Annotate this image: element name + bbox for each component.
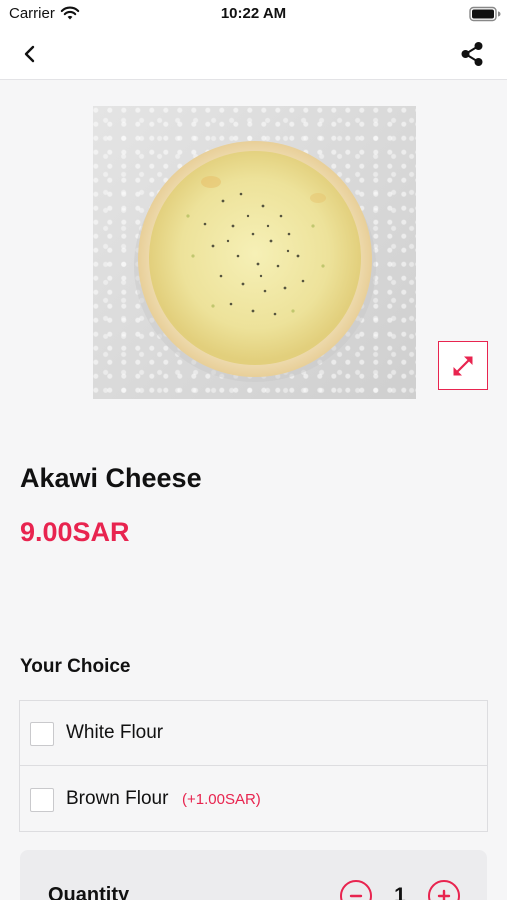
status-bar: Carrier 10:22 AM <box>0 0 507 28</box>
choice-option-label: White Flour <box>66 722 164 743</box>
product-image[interactable] <box>93 106 416 399</box>
quantity-label: Quantity <box>48 884 130 900</box>
chevron-left-icon <box>24 45 35 63</box>
expand-image-button[interactable] <box>438 341 488 390</box>
status-time: 10:22 AM <box>220 5 287 22</box>
navigation-bar <box>0 28 507 80</box>
choice-list: White Flour Brown Flour (+1.00SAR) <box>19 700 488 832</box>
white-flour-checkbox[interactable] <box>30 722 54 746</box>
product-price: 9.00SAR <box>20 517 130 547</box>
battery-icon <box>469 6 501 22</box>
choice-option-label: Brown Flour <box>66 788 169 809</box>
quantity-value: 1 <box>394 884 406 900</box>
quantity-card: Quantity 1 <box>20 850 487 900</box>
increase-quantity-button[interactable] <box>428 880 460 900</box>
choice-option-white-flour[interactable]: White Flour <box>20 701 487 766</box>
back-button[interactable] <box>14 38 46 70</box>
minus-circle-icon <box>349 894 363 898</box>
choice-section-heading: Your Choice <box>20 656 131 677</box>
brown-flour-checkbox[interactable] <box>30 788 54 812</box>
choice-option-extra-price: (+1.00SAR) <box>182 791 261 808</box>
share-icon <box>461 42 483 66</box>
expand-arrows-icon <box>453 356 473 375</box>
product-title: Akawi Cheese <box>20 463 202 493</box>
product-detail-screen: Carrier 10:22 AM Akawi Cheese 9.00SAR Yo… <box>0 0 507 900</box>
pizza-photo <box>134 141 376 382</box>
share-button[interactable] <box>455 37 489 71</box>
choice-option-brown-flour[interactable]: Brown Flour (+1.00SAR) <box>20 767 487 832</box>
decrease-quantity-button[interactable] <box>340 880 372 900</box>
plus-circle-icon <box>437 889 451 900</box>
